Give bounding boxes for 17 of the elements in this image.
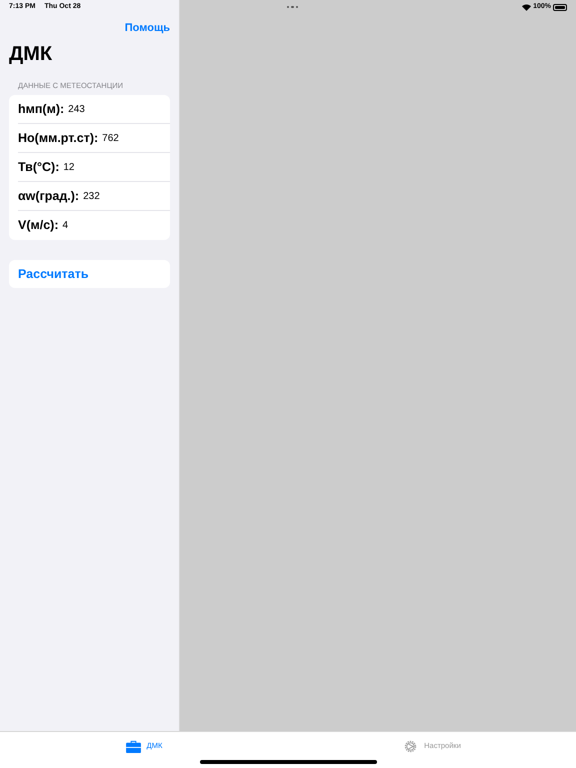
page-title: ДМК <box>8 42 54 66</box>
help-button[interactable]: Помощь <box>124 20 170 36</box>
gear-icon <box>403 740 418 752</box>
field-value[interactable]: 232 <box>83 188 106 204</box>
field-label: Ho(мм.рт.ст): <box>18 130 98 146</box>
field-label: Тв(°C): <box>18 160 60 174</box>
toolbox-icon <box>126 740 141 752</box>
field-value[interactable]: 243 <box>68 102 91 116</box>
field-label: V(м/с): <box>18 218 58 233</box>
field-value[interactable]: 762 <box>102 130 125 146</box>
field-label: hмп(м): <box>18 102 64 116</box>
field-value[interactable]: 4 <box>62 218 74 233</box>
more-icon[interactable] <box>286 6 298 8</box>
wifi-icon <box>522 4 532 10</box>
field-label: αw(град.): <box>18 188 80 204</box>
field-value[interactable]: 12 <box>63 160 80 174</box>
battery-icon <box>553 4 567 10</box>
